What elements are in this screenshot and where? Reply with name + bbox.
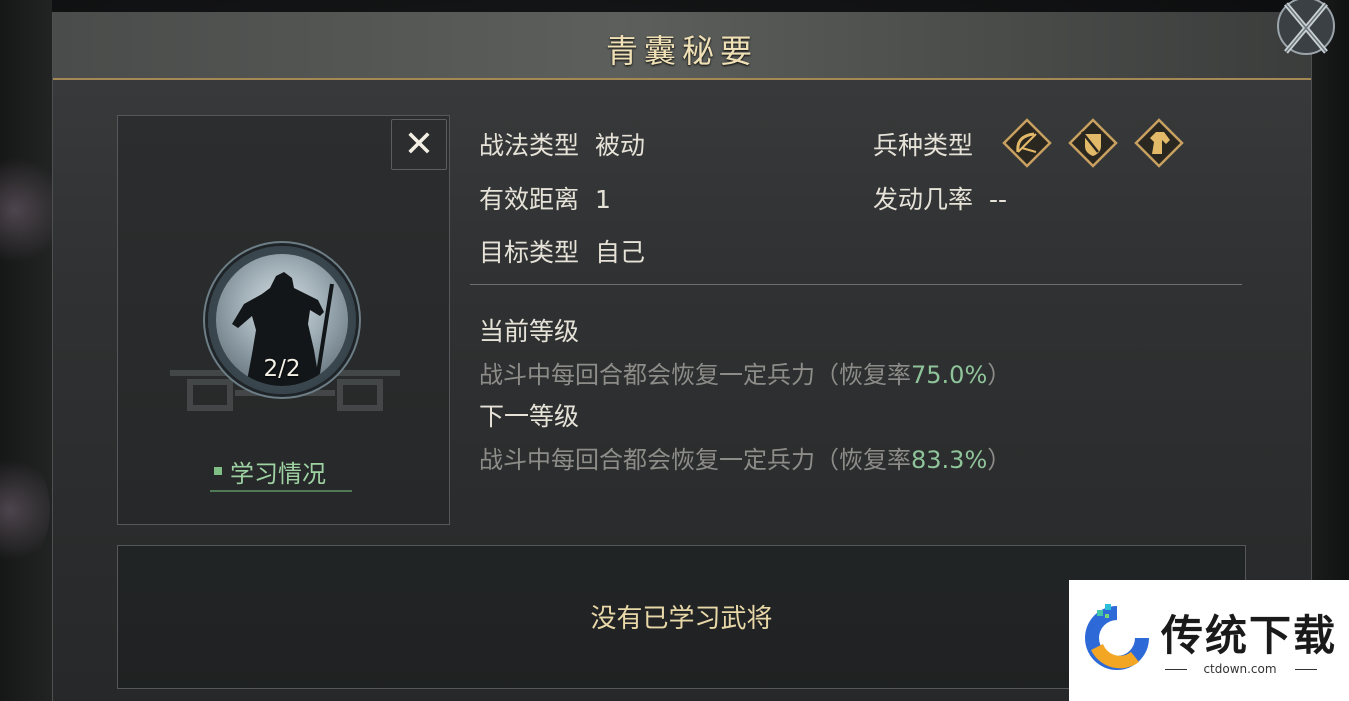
next-level-text: 战斗中每回合都会恢复一定兵力（恢复率 bbox=[479, 446, 911, 474]
range-value: 1 bbox=[595, 185, 611, 214]
next-level-description: 战斗中每回合都会恢复一定兵力（恢复率83.3%） bbox=[479, 440, 1011, 475]
trigger-rate-label: 发动几率 bbox=[873, 185, 974, 214]
current-level-close: ） bbox=[987, 361, 1012, 389]
watermark-title: 传统下载 bbox=[1161, 611, 1338, 660]
current-level-text: 战斗中每回合都会恢复一定兵力（恢复率 bbox=[479, 361, 911, 389]
crossed-swords-close-icon bbox=[1277, 0, 1335, 55]
shield-unit-icon[interactable] bbox=[1068, 118, 1118, 168]
background-portrait-blur bbox=[0, 150, 60, 270]
next-level-close: ） bbox=[987, 446, 1012, 474]
tactic-type-row: 战法类型 被动 bbox=[479, 126, 645, 162]
cavalry-unit-icon[interactable] bbox=[1134, 118, 1184, 168]
target-type-label: 目标类型 bbox=[479, 238, 580, 267]
unit-type-label: 兵种类型 bbox=[873, 131, 974, 160]
skill-level: 2/2 bbox=[263, 356, 301, 382]
panel-header: 青囊秘要 bbox=[53, 12, 1311, 80]
study-status-tab[interactable]: 学习情况 bbox=[210, 452, 352, 492]
range-label: 有效距离 bbox=[479, 185, 580, 214]
tab-marker bbox=[214, 467, 222, 475]
close-panel-button[interactable] bbox=[1274, 0, 1338, 58]
unit-type-icons bbox=[1002, 118, 1184, 168]
unequip-close-icon[interactable]: ✕ bbox=[391, 119, 447, 170]
study-status-label: 学习情况 bbox=[230, 459, 326, 488]
trigger-rate-row: 发动几率 -- bbox=[873, 180, 1007, 216]
current-level-rate: 75.0% bbox=[911, 361, 988, 389]
watermark-logo-icon bbox=[1085, 604, 1149, 670]
trigger-rate-value: -- bbox=[989, 185, 1008, 214]
next-level-heading: 下一等级 bbox=[479, 402, 580, 431]
current-level-description: 战斗中每回合都会恢复一定兵力（恢复率75.0%） bbox=[479, 355, 1011, 390]
target-type-value: 自己 bbox=[595, 238, 646, 267]
background-left-strip bbox=[0, 0, 60, 701]
bow-unit-icon[interactable] bbox=[1002, 118, 1052, 168]
next-level-rate: 83.3% bbox=[911, 446, 988, 474]
unit-type-row: 兵种类型 bbox=[873, 126, 973, 162]
tactic-type-value: 被动 bbox=[595, 131, 646, 160]
info-divider bbox=[470, 284, 1242, 285]
panel-title: 青囊秘要 bbox=[605, 32, 758, 70]
target-type-row: 目标类型 自己 bbox=[479, 233, 645, 269]
background-portrait-blur bbox=[0, 450, 50, 570]
tactic-type-label: 战法类型 bbox=[479, 131, 580, 160]
watermark-line-right bbox=[1295, 669, 1317, 670]
range-row: 有效距离 1 bbox=[479, 180, 611, 216]
current-level-heading: 当前等级 bbox=[479, 317, 580, 346]
watermark: 传统下载 ctdown.com bbox=[1069, 580, 1349, 701]
